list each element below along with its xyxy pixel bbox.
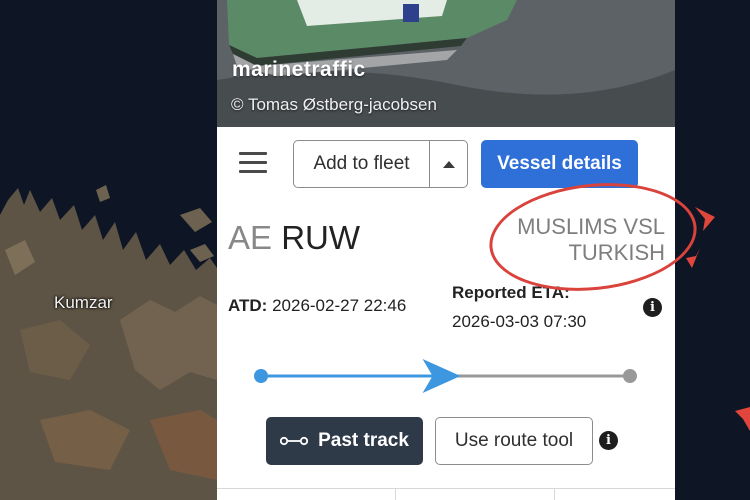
fleet-dropdown-toggle[interactable] [429, 141, 467, 187]
use-route-tool-button[interactable]: Use route tool [435, 417, 593, 465]
tab-divider [395, 489, 396, 500]
eta-value: 2026-03-03 07:30 [452, 312, 587, 331]
photo-credit: © Tomas Østberg-jacobsen [231, 95, 437, 114]
vessel-marker-icon[interactable] [733, 405, 750, 433]
past-track-button[interactable]: Past track [266, 417, 423, 465]
atd-label: ATD: [228, 296, 268, 315]
place-label-kumzar: Kumzar [54, 293, 113, 312]
route-info-icon[interactable]: i [599, 431, 618, 450]
vessel-photo[interactable]: marinetraffic © Tomas Østberg-jacobsen [217, 0, 675, 127]
arrival-dot [623, 369, 637, 383]
bottom-tab-strip [217, 488, 675, 500]
tab-divider [554, 489, 555, 500]
departure-dot [254, 369, 268, 383]
vessel-title: AE RUW [228, 219, 360, 257]
past-track-label: Past track [318, 430, 409, 451]
add-to-fleet-button[interactable]: Add to fleet [294, 141, 429, 187]
flag-code: AE [228, 219, 273, 256]
vessel-details-button[interactable]: Vessel details [481, 140, 638, 188]
atd-row: ATD: 2026-02-27 22:46 [228, 296, 406, 316]
info-icon[interactable]: i [643, 298, 662, 317]
vessel-name: RUW [281, 219, 361, 256]
track-line-icon [280, 436, 309, 446]
vessel-toolbar: Add to fleet Vessel details [217, 140, 675, 188]
add-to-fleet-group: Add to fleet [293, 140, 468, 188]
caret-up-icon [442, 160, 455, 168]
atd-value: 2026-02-27 22:46 [272, 296, 407, 315]
voyage-progress [254, 359, 637, 393]
hamburger-menu-icon[interactable] [239, 152, 269, 176]
brand-watermark: marinetraffic [232, 58, 366, 81]
